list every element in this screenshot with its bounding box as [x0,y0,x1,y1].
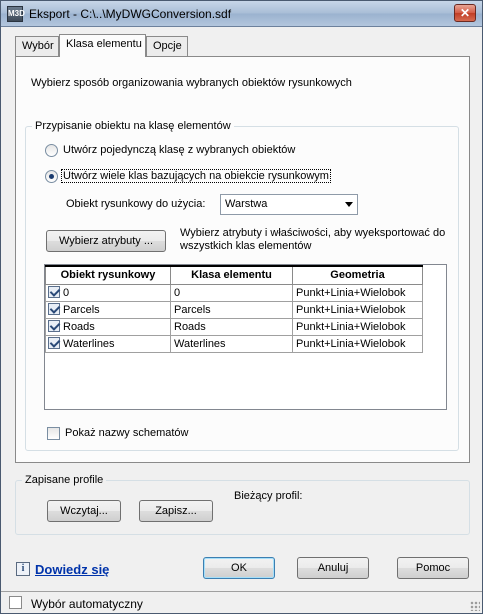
cell-geometry[interactable]: Punkt+Linia+Wielobok [292,334,423,353]
select-attributes-description-line1: Wybierz atrybuty i właściwości, aby wyek… [180,227,446,239]
table-row[interactable]: 0 0 Punkt+Linia+Wielobok [45,283,423,302]
cell-object[interactable]: Parcels [45,300,171,319]
autocad-map-icon: M3D [7,6,25,22]
col-header-object[interactable]: Obiekt rysunkowy [45,265,171,285]
help-button[interactable]: Pomoc [397,557,469,579]
row-checkbox[interactable] [48,286,60,298]
table-row[interactable]: Waterlines Waterlines Punkt+Linia+Wielob… [45,334,423,353]
load-profile-button[interactable]: Wczytaj... [47,500,121,522]
tab-opcje[interactable]: Opcje [146,36,188,56]
col-header-geometry[interactable]: Geometria [292,265,423,285]
learn-more-link[interactable]: Dowiedz się [35,562,109,577]
cell-geometry[interactable]: Punkt+Linia+Wielobok [292,283,423,302]
cell-geometry[interactable]: Punkt+Linia+Wielobok [292,317,423,336]
tab-wybor[interactable]: Wybór [15,36,59,56]
current-profile-label: Bieżący profil: [234,490,303,502]
object-to-use-select[interactable]: Warstwa [220,194,358,215]
saved-profiles-legend: Zapisane profile [22,474,107,486]
radio-single-class-label[interactable]: Utwórz pojedynczą klasę z wybranych obie… [63,144,295,156]
cell-class[interactable]: Roads [170,317,293,336]
object-to-use-label: Obiekt rysunkowy do użycia: [66,198,206,210]
info-icon: i [16,562,30,576]
show-schema-names-label[interactable]: Pokaż nazwy schematów [65,427,189,439]
cell-geometry[interactable]: Punkt+Linia+Wielobok [292,300,423,319]
ok-button[interactable]: OK [203,557,275,579]
select-attributes-button[interactable]: Wybierz atrybuty ... [46,230,166,252]
status-icon [9,596,22,609]
status-bar: Wybór automatyczny [1,591,482,613]
row-checkbox[interactable] [48,337,60,349]
instruction-text: Wybierz sposób organizowania wybranych o… [31,77,352,89]
window-title: Eksport - C:\..\MyDWGConversion.sdf [29,7,232,21]
cell-object[interactable]: Roads [45,317,171,336]
cancel-button[interactable]: Anuluj [297,557,369,579]
export-dialog: M3D Eksport - C:\..\MyDWGConversion.sdf … [0,0,483,614]
saved-profiles-group: Zapisane profile Wczytaj... Zapisz... Bi… [15,474,470,535]
grid-header-row: Obiekt rysunkowy Klasa elementu Geometri… [45,265,423,285]
cell-class[interactable]: Parcels [170,300,293,319]
row-checkbox[interactable] [48,320,60,332]
feature-class-grid[interactable]: Obiekt rysunkowy Klasa elementu Geometri… [44,264,447,410]
chevron-down-icon [345,202,353,207]
cell-object[interactable]: Waterlines [45,334,171,353]
radio-multiple-classes-label[interactable]: Utwórz wiele klas bazujących na obiekcie… [61,169,331,183]
tab-panel-klasa-elementu: Wybierz sposób organizowania wybranych o… [15,56,470,463]
select-attributes-description-line2: wszystkich klas elementów [180,240,312,252]
cell-object[interactable]: 0 [45,283,171,302]
show-schema-names-checkbox[interactable] [47,427,60,440]
feature-class-table: Obiekt rysunkowy Klasa elementu Geometri… [45,265,423,353]
status-text: Wybór automatyczny [31,597,143,611]
title-bar[interactable]: M3D Eksport - C:\..\MyDWGConversion.sdf … [1,1,482,27]
row-checkbox[interactable] [48,303,60,315]
resize-grip-icon[interactable] [470,601,480,611]
assignment-group-legend: Przypisanie obiektu na klasę elementów [32,120,234,132]
save-profile-button[interactable]: Zapisz... [139,500,213,522]
radio-single-class[interactable] [45,144,58,157]
tab-klasa-elementu[interactable]: Klasa elementu [59,34,146,57]
cell-class[interactable]: Waterlines [170,334,293,353]
close-button[interactable]: ✕ [454,4,476,22]
cell-class[interactable]: 0 [170,283,293,302]
radio-multiple-classes[interactable] [45,170,58,183]
col-header-class[interactable]: Klasa elementu [170,265,293,285]
object-to-use-value: Warstwa [225,198,268,210]
table-row[interactable]: Roads Roads Punkt+Linia+Wielobok [45,317,423,336]
table-row[interactable]: Parcels Parcels Punkt+Linia+Wielobok [45,300,423,319]
